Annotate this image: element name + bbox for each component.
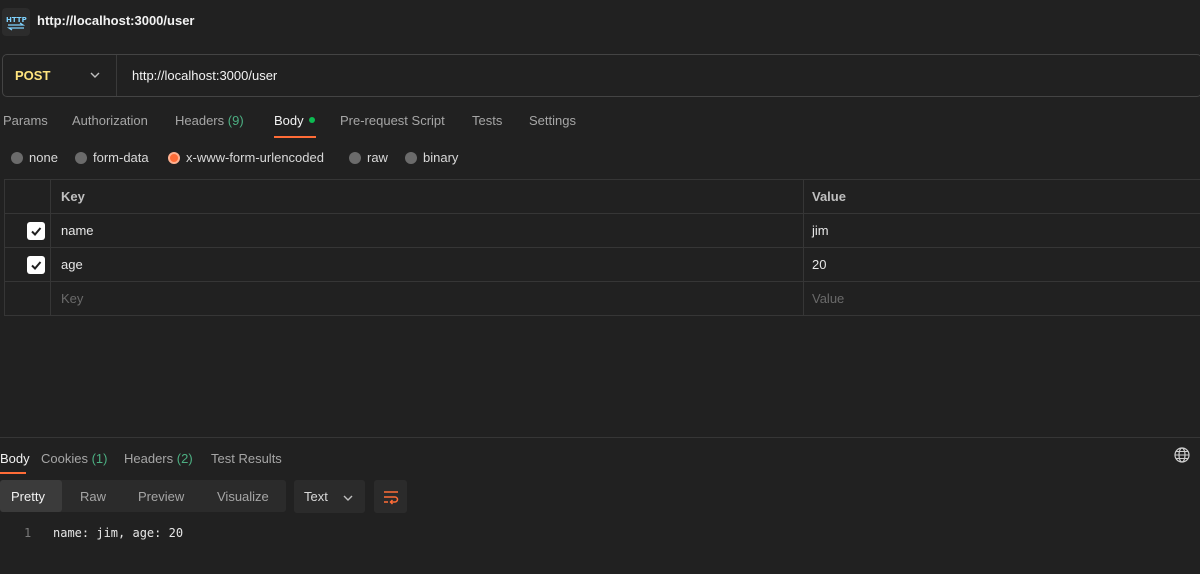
request-tabs: Params Authorization Headers (9) Body Pr… — [0, 108, 1200, 138]
checkbox-column — [5, 282, 51, 316]
line-number: 1 — [24, 526, 32, 540]
url-bar: POST http://localhost:3000/user — [2, 54, 1200, 97]
request-title: http://localhost:3000/user — [37, 13, 195, 28]
modified-dot-icon — [308, 117, 315, 123]
tab-body[interactable]: Body — [274, 113, 315, 128]
checkbox-column — [5, 214, 51, 247]
tab-response-headers-label: Headers — [124, 451, 174, 466]
tab-headers[interactable]: Headers (9) — [175, 113, 244, 128]
title-bar: HTTP http://localhost:3000/user — [0, 0, 1200, 44]
active-response-tab-indicator — [0, 472, 26, 474]
radio-label: form-data — [93, 150, 149, 165]
body-params-table: Key Value name jim age 20 Key Value — [4, 179, 1200, 316]
tab-response-body[interactable]: Body — [0, 451, 30, 466]
view-mode-selector: Pretty Raw Preview Visualize — [0, 480, 286, 512]
table-row-new: Key Value — [5, 282, 1200, 316]
checkmark-icon — [31, 227, 42, 236]
tab-headers-label: Headers — [175, 113, 225, 128]
radio-button — [75, 151, 87, 164]
radio-label: raw — [367, 150, 388, 165]
view-preview-button[interactable]: Preview — [138, 480, 184, 512]
tab-cookies[interactable]: Cookies (1) — [41, 451, 107, 466]
tab-body-label: Body — [274, 113, 304, 128]
row-checkbox[interactable] — [27, 222, 45, 240]
body-type-options: none form-data x-www-form-urlencoded raw… — [0, 148, 1200, 168]
column-divider — [803, 214, 804, 247]
radio-raw[interactable]: raw — [349, 150, 388, 165]
svg-text:HTTP: HTTP — [6, 16, 27, 24]
view-visualize-button[interactable]: Visualize — [217, 480, 269, 512]
checkbox-column — [5, 180, 51, 213]
tab-cookies-count: (1) — [91, 451, 108, 466]
row-value[interactable]: jim — [812, 223, 829, 238]
tab-pre-request-script[interactable]: Pre-request Script — [340, 113, 445, 128]
tab-settings[interactable]: Settings — [529, 113, 576, 128]
column-header-value: Value — [812, 189, 846, 204]
method-label: POST — [15, 68, 51, 83]
new-key-input[interactable]: Key — [61, 291, 83, 306]
response-tabs: Body Cookies (1) Headers (2) Test Result… — [0, 446, 1200, 476]
radio-label: none — [29, 150, 58, 165]
http-file-icon: HTTP — [2, 8, 30, 36]
radio-button — [11, 151, 23, 164]
tab-params[interactable]: Params — [3, 113, 48, 128]
table-row: age 20 — [5, 248, 1200, 282]
wrap-lines-button[interactable] — [374, 480, 407, 513]
row-checkbox[interactable] — [27, 256, 45, 274]
chevron-down-icon — [90, 72, 100, 78]
radio-button-selected — [168, 151, 180, 164]
format-label: Text — [304, 489, 328, 504]
radio-form-data[interactable]: form-data — [75, 150, 149, 165]
radio-button — [349, 151, 361, 164]
wrap-lines-icon — [383, 490, 398, 505]
column-divider — [803, 282, 804, 316]
radio-x-www-form-urlencoded[interactable]: x-www-form-urlencoded — [168, 150, 324, 165]
response-text: name: jim, age: 20 — [53, 526, 184, 540]
table-row: name jim — [5, 214, 1200, 248]
view-pretty-button[interactable]: Pretty — [0, 480, 62, 512]
tab-response-headers[interactable]: Headers (2) — [124, 451, 193, 466]
tab-response-headers-count: (2) — [176, 451, 193, 466]
response-code-line: 1 name: jim, age: 20 — [0, 526, 1200, 544]
tab-cookies-label: Cookies — [41, 451, 88, 466]
row-key[interactable]: age — [61, 257, 83, 272]
table-header-row: Key Value — [5, 180, 1200, 214]
tab-test-results[interactable]: Test Results — [211, 451, 282, 466]
tab-tests[interactable]: Tests — [472, 113, 502, 128]
tab-authorization[interactable]: Authorization — [72, 113, 148, 128]
globe-icon[interactable] — [1173, 446, 1191, 464]
response-toolbar: Pretty Raw Preview Visualize Text — [0, 480, 1200, 513]
radio-button — [405, 151, 417, 164]
row-value[interactable]: 20 — [812, 257, 826, 272]
radio-label: x-www-form-urlencoded — [186, 150, 324, 165]
column-divider — [803, 248, 804, 281]
radio-label: binary — [423, 150, 459, 165]
view-raw-button[interactable]: Raw — [80, 480, 106, 512]
format-select[interactable]: Text — [294, 480, 365, 513]
tab-headers-count: (9) — [227, 113, 244, 128]
url-input[interactable]: http://localhost:3000/user — [132, 68, 277, 83]
row-key[interactable]: name — [61, 223, 94, 238]
chevron-down-icon — [343, 495, 353, 501]
column-header-key: Key — [61, 189, 85, 204]
checkmark-icon — [31, 261, 42, 270]
radio-none[interactable]: none — [11, 150, 58, 165]
response-divider[interactable] — [0, 437, 1200, 438]
column-divider — [803, 180, 804, 213]
new-value-input[interactable]: Value — [812, 291, 844, 306]
radio-binary[interactable]: binary — [405, 150, 458, 165]
method-select[interactable]: POST — [3, 55, 117, 96]
active-tab-indicator — [274, 136, 316, 138]
checkbox-column — [5, 248, 51, 281]
